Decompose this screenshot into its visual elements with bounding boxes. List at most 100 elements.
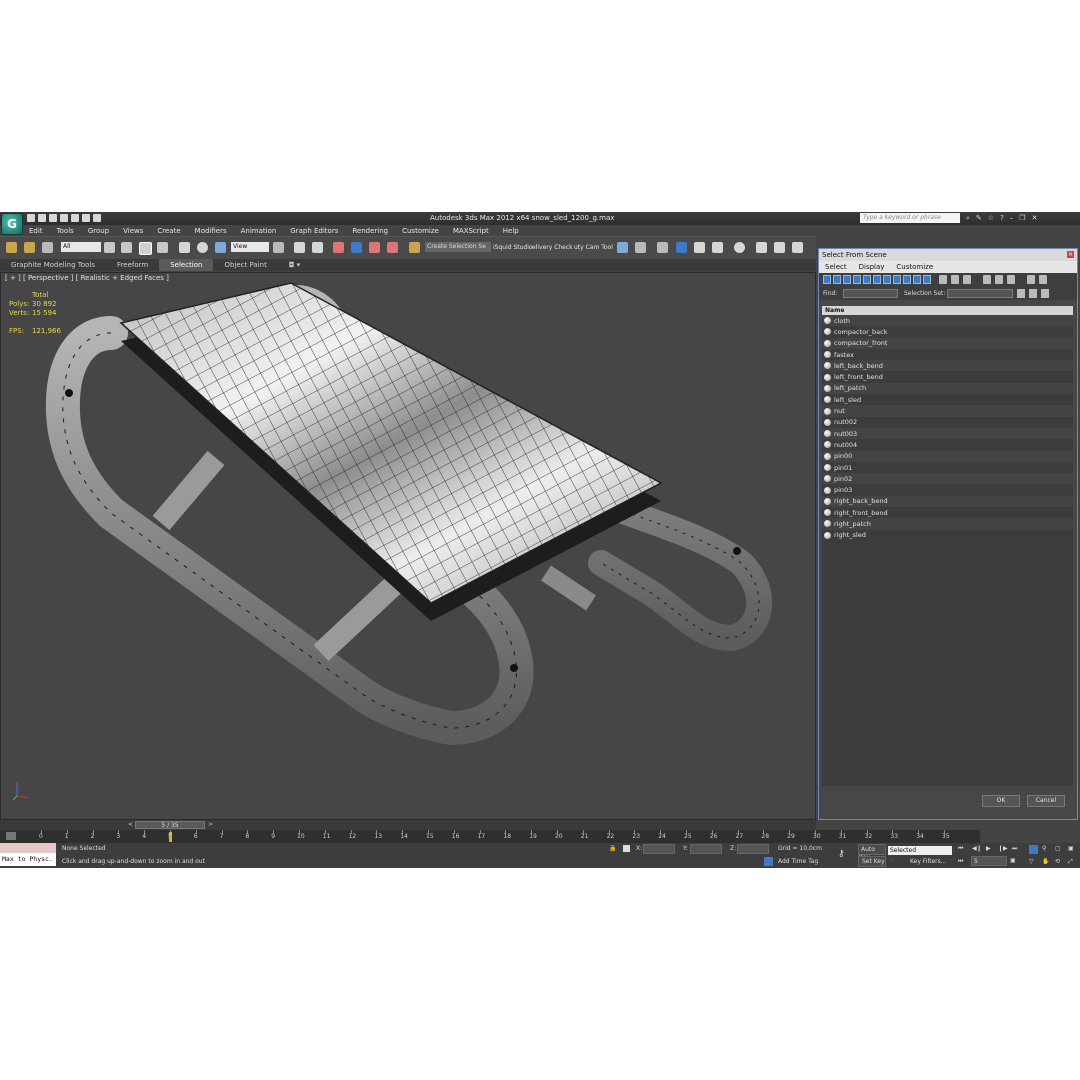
new-file-icon[interactable]	[27, 214, 35, 222]
save-file-icon[interactable]	[49, 214, 57, 222]
absolute-mode-icon[interactable]	[623, 845, 630, 852]
maximize-viewport-icon[interactable]: ⤢	[1068, 858, 1073, 866]
open-file-icon[interactable]	[38, 214, 46, 222]
layer-manager-icon[interactable]	[657, 242, 668, 253]
select-invert-icon[interactable]	[963, 275, 971, 284]
add-time-tag[interactable]: Add Time Tag	[778, 858, 818, 865]
list-item[interactable]: pin03	[822, 484, 1073, 495]
select-manipulate-icon[interactable]	[294, 242, 305, 253]
hold-icon[interactable]	[82, 214, 90, 222]
binoculars-icon[interactable]: ⌕	[966, 214, 970, 223]
zoom-extents-icon[interactable]: ▢	[1055, 845, 1061, 852]
filter-spacewarps-icon[interactable]	[873, 275, 881, 284]
go-to-start-icon[interactable]: ⏮	[958, 845, 963, 853]
zoom-all-icon[interactable]: ⚲	[1042, 845, 1046, 852]
track-bar[interactable]: 0123456789101112131415161718192021222324…	[0, 830, 980, 843]
perspective-viewport[interactable]: [ + ] [ Perspective ] [ Realistic + Edge…	[0, 272, 816, 820]
nut-left[interactable]	[65, 389, 73, 397]
selection-set-dropdown[interactable]	[947, 289, 1013, 298]
menu-maxscript[interactable]: MAXScript	[446, 225, 496, 236]
filter-cameras-icon[interactable]	[853, 275, 861, 284]
pan-icon[interactable]: ✋	[1042, 858, 1049, 865]
list-item[interactable]: fastex	[822, 349, 1073, 360]
orbit-icon[interactable]: ⟲	[1055, 858, 1060, 865]
filter-containers-icon[interactable]	[913, 275, 921, 284]
move-icon[interactable]	[179, 242, 190, 253]
menu-animation[interactable]: Animation	[234, 225, 284, 236]
find-input[interactable]	[843, 289, 898, 298]
maxscript-listener-result[interactable]	[0, 843, 56, 853]
select-object-icon[interactable]	[104, 242, 115, 253]
auto-key-button[interactable]: Auto Key	[858, 844, 886, 861]
remove-selection-set-icon[interactable]	[1029, 289, 1037, 298]
dialog-menu-select[interactable]: Select	[819, 261, 853, 273]
list-item[interactable]: pin00	[822, 450, 1073, 462]
bind-space-warp-icon[interactable]	[42, 242, 53, 253]
menu-tools[interactable]: Tools	[50, 225, 81, 236]
list-item[interactable]: pin01	[822, 462, 1073, 473]
key-mode-dropdown[interactable]: Selected	[888, 846, 952, 855]
ribbon-options-icon[interactable]: ◘ ▾	[278, 259, 311, 271]
render-setup-icon[interactable]	[756, 242, 767, 253]
filter-shapes-icon[interactable]	[833, 275, 841, 284]
filter-bones-icon[interactable]	[903, 275, 911, 284]
list-item[interactable]: left_patch	[822, 382, 1073, 395]
tab-selection[interactable]: Selection	[159, 259, 214, 271]
mirror-icon[interactable]	[617, 242, 628, 253]
filter-funnel-icon[interactable]	[1027, 275, 1035, 284]
selection-filter-dropdown[interactable]: All	[61, 242, 101, 252]
reference-coordinate-dropdown[interactable]: View	[231, 242, 269, 252]
go-to-end-icon[interactable]: ⏭	[1012, 845, 1017, 853]
pivot-center-icon[interactable]	[273, 242, 284, 253]
snaps-toggle-icon[interactable]	[333, 242, 344, 253]
percent-snap-icon[interactable]	[369, 242, 380, 253]
list-item[interactable]: right_sled	[822, 530, 1073, 541]
keyboard-shortcut-icon[interactable]	[312, 242, 323, 253]
list-item[interactable]: cloth	[822, 315, 1073, 327]
list-item[interactable]: nut003	[822, 427, 1073, 440]
menu-graph-editors[interactable]: Graph Editors	[283, 225, 345, 236]
field-of-view-icon[interactable]: ▽	[1029, 858, 1034, 865]
zoom-extents-all-icon[interactable]: ▣	[1068, 845, 1074, 852]
maxscript-mini-listener[interactable]: Max to Physc.	[0, 853, 56, 866]
favorites-star-icon[interactable]: ☆	[988, 214, 994, 223]
dialog-menu-customize[interactable]: Customize	[890, 261, 939, 273]
selection-lock-icon[interactable]: 🔒	[609, 845, 616, 852]
window-crossing-icon[interactable]	[157, 242, 168, 253]
time-configuration-icon[interactable]: ▣	[1010, 857, 1016, 864]
list-item[interactable]: right_front_bend	[822, 507, 1073, 518]
filter-lights-icon[interactable]	[843, 275, 851, 284]
graphite-toggle-icon[interactable]	[676, 242, 687, 253]
ok-button[interactable]: OK	[982, 795, 1020, 807]
display-dependents-icon[interactable]	[1007, 275, 1015, 284]
edit-named-selection-icon[interactable]	[409, 242, 420, 253]
display-influences-icon[interactable]	[995, 275, 1003, 284]
mini-curve-editor-icon[interactable]	[6, 832, 16, 840]
filter-settings-icon[interactable]	[1039, 275, 1047, 284]
menu-rendering[interactable]: Rendering	[345, 225, 395, 236]
rotate-icon[interactable]	[197, 242, 208, 253]
list-item[interactable]: compactor_front	[822, 337, 1073, 349]
tab-freeform[interactable]: Freeform	[106, 259, 159, 271]
list-item[interactable]: left_front_bend	[822, 371, 1073, 382]
zoom-icon[interactable]	[1029, 845, 1038, 854]
menu-edit[interactable]: Edit	[22, 225, 50, 236]
plugin-isquid-studio[interactable]: iSquid Studio	[493, 244, 533, 251]
menu-help[interactable]: Help	[496, 225, 526, 236]
list-item[interactable]: nut	[822, 405, 1073, 417]
display-children-icon[interactable]	[983, 275, 991, 284]
tab-object-paint[interactable]: Object Paint	[213, 259, 277, 271]
name-column-header[interactable]: Name	[822, 306, 1073, 315]
menu-create[interactable]: Create	[150, 225, 187, 236]
time-slider[interactable]: 5 / 35	[135, 821, 205, 829]
key-filters-button[interactable]: Key Filters...	[910, 858, 947, 865]
x-coordinate-field[interactable]	[643, 844, 675, 854]
spinner-snap-icon[interactable]	[387, 242, 398, 253]
create-selection-set-icon[interactable]	[1017, 289, 1025, 298]
material-editor-icon[interactable]	[734, 242, 745, 253]
filter-groups-icon[interactable]	[883, 275, 891, 284]
y-coordinate-field[interactable]	[690, 844, 722, 854]
list-item[interactable]: compactor_back	[822, 326, 1073, 337]
restore-icon[interactable]: ❐	[1019, 214, 1025, 223]
select-all-icon[interactable]	[939, 275, 947, 284]
